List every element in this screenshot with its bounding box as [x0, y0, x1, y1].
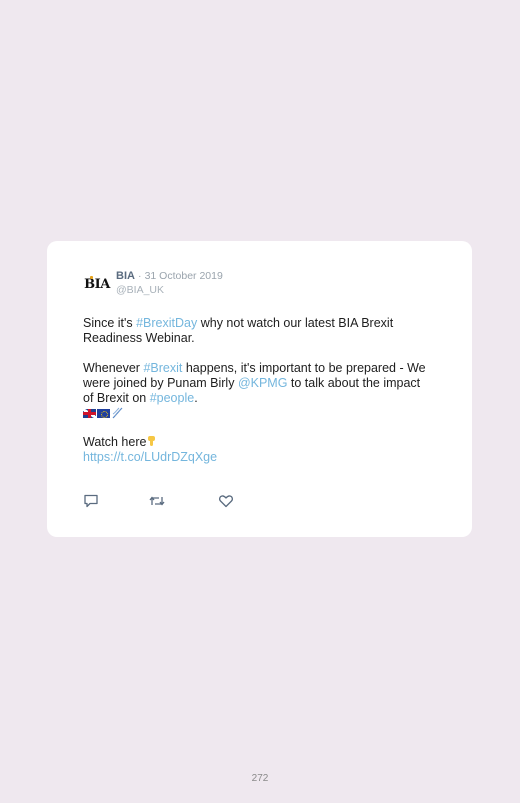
like-icon[interactable]: [218, 493, 234, 509]
avatar-logo-dot: [90, 275, 94, 279]
tweet-paragraph-2: Whenever #Brexit happens, it's important…: [83, 361, 433, 406]
page-number: 272: [251, 773, 269, 784]
tweet-header: BIA BIA · 31 October 2019 @BIA_UK: [83, 270, 443, 298]
tweet-card: BIA BIA · 31 October 2019 @BIA_UK Since …: [47, 241, 472, 537]
tweet-paragraph-1: Since it's #BrexitDay why not watch our …: [83, 316, 433, 346]
hashtag-people[interactable]: #people: [150, 391, 195, 405]
reply-icon[interactable]: [83, 493, 99, 509]
tweet-actions: [83, 493, 283, 509]
tweet-text: .: [194, 391, 198, 405]
mention-kpmg[interactable]: @KPMG: [238, 376, 288, 390]
eu-flag-icon: [97, 408, 110, 418]
separator: ·: [138, 270, 142, 282]
author-handle[interactable]: @BIA_UK: [116, 284, 164, 297]
tweet-text: Since it's: [83, 316, 137, 330]
hashtag-brexitday[interactable]: #BrexitDay: [136, 316, 197, 330]
tweet-body: Since it's #BrexitDay why not watch our …: [83, 316, 433, 465]
link-line: https://t.co/LUdrDZqXge: [83, 450, 433, 465]
pointing-down-icon: [148, 436, 156, 446]
hashtag-brexit[interactable]: #Brexit: [143, 361, 182, 375]
author-name[interactable]: BIA: [116, 270, 135, 282]
dna-icon: [112, 407, 123, 419]
name-line: BIA · 31 October 2019: [116, 270, 223, 283]
retweet-icon[interactable]: [149, 493, 165, 509]
watch-text: Watch here: [83, 435, 147, 449]
avatar-logo-text: BIA: [84, 276, 110, 292]
uk-flag-icon: [83, 408, 96, 418]
emoji-row: [83, 406, 433, 420]
avatar-logo: BIA: [84, 275, 110, 292]
tweet-date[interactable]: 31 October 2019: [145, 270, 223, 282]
tweet-text: Whenever: [83, 361, 144, 375]
tweet-link[interactable]: https://t.co/LUdrDZqXge: [83, 450, 217, 464]
avatar[interactable]: BIA: [83, 272, 111, 296]
watch-line: Watch here: [83, 435, 433, 450]
